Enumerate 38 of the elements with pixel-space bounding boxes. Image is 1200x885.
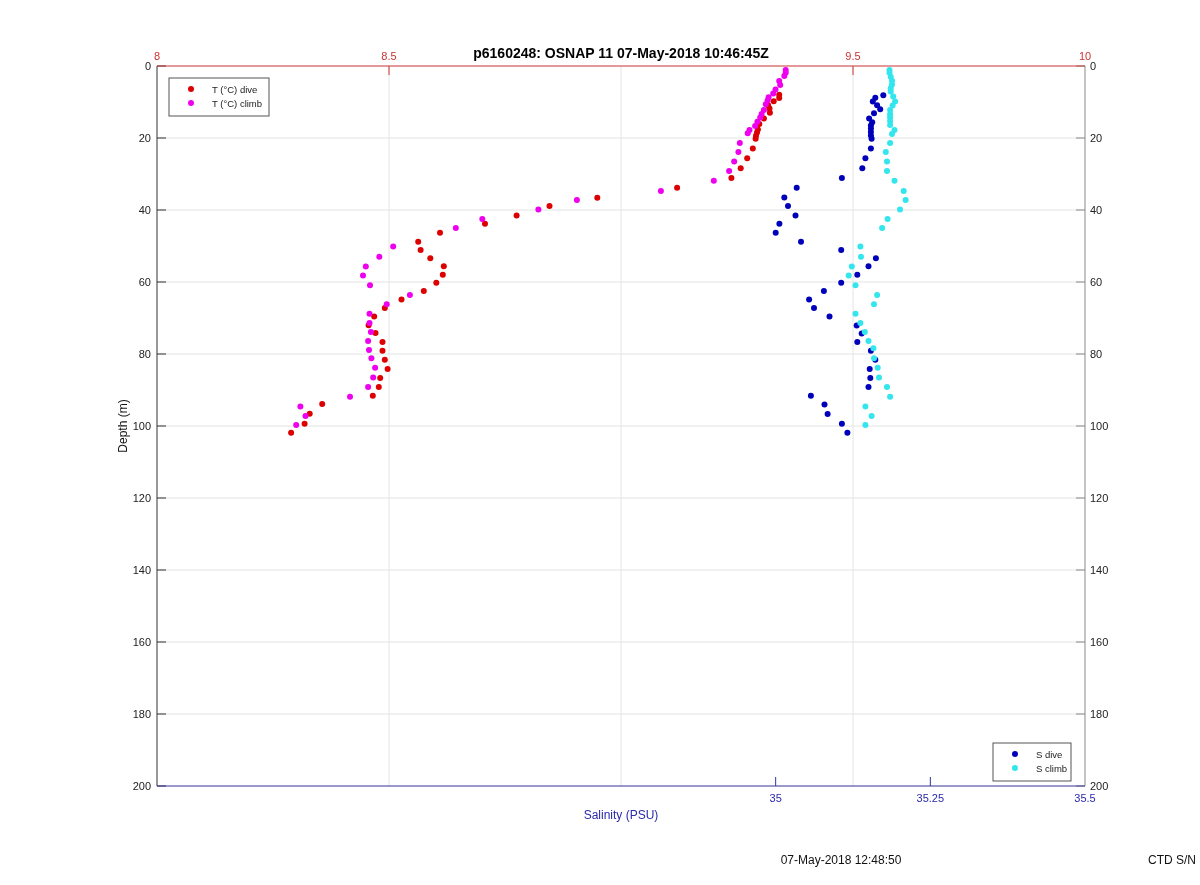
tick-label: 200 xyxy=(1090,780,1109,792)
tick-label: 35.5 xyxy=(1074,792,1096,804)
tick-label: 120 xyxy=(1090,492,1109,504)
tick-label: 40 xyxy=(1090,204,1103,216)
tick-label: 20 xyxy=(138,132,151,144)
tick-label: 35 xyxy=(769,792,782,804)
tick-label: 8 xyxy=(153,50,161,62)
tick-label: 60 xyxy=(138,276,151,288)
legend-label: T (°C) climb xyxy=(212,97,263,109)
tick-label: 200 xyxy=(132,780,151,792)
tick-label: 180 xyxy=(1090,708,1109,720)
tick-label: 0 xyxy=(1090,60,1097,72)
tick-label: 20 xyxy=(1090,132,1103,144)
tick-label: 80 xyxy=(138,348,151,360)
tick-label: 120 xyxy=(132,492,151,504)
tick-label: 0 xyxy=(144,60,151,72)
tick-label: 160 xyxy=(132,636,151,648)
legend-label: S dive xyxy=(1036,748,1063,760)
chart-title: p6160248: OSNAP 11 07-May-2018 10:46:45Z xyxy=(473,45,769,61)
axis-title: Salinity (PSU) xyxy=(583,808,659,822)
tick-label: 100 xyxy=(1090,420,1109,432)
axis-title: Depth (m) xyxy=(116,399,130,453)
tick-label: 40 xyxy=(138,204,151,216)
tick-label: 35.25 xyxy=(916,792,945,804)
tick-label: 9.5 xyxy=(845,50,861,62)
tick-label: 100 xyxy=(132,420,151,432)
tick-label: 10 xyxy=(1078,50,1092,62)
tick-label: 140 xyxy=(1090,564,1109,576)
tick-label: 8.5 xyxy=(381,50,397,62)
legend-label: T (°C) dive xyxy=(212,83,258,95)
footer-text: 07-May-2018 12:48:50 xyxy=(780,853,902,867)
tick-label: 60 xyxy=(1090,276,1103,288)
tick-label: 140 xyxy=(132,564,151,576)
tick-label: 160 xyxy=(1090,636,1109,648)
tick-label: 180 xyxy=(132,708,151,720)
legend-label: S climb xyxy=(1036,762,1068,774)
footer-text: CTD S/N xyxy=(1148,853,1196,867)
tick-label: 80 xyxy=(1090,348,1103,360)
